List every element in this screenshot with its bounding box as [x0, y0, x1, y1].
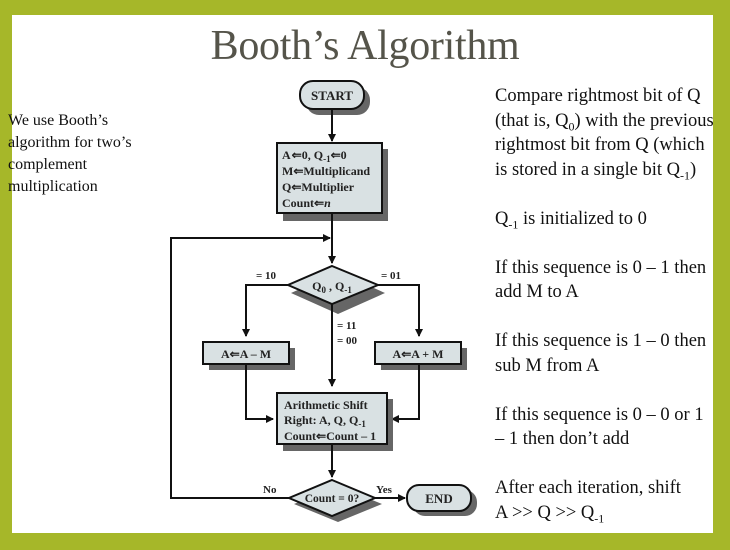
explanation-sub: If this sequence is 1 – 0 then sub M fro… — [495, 331, 707, 376]
end-label: END — [425, 491, 452, 506]
branch-label-11: = 11 — [337, 320, 356, 332]
init-line-2: M⇐Multiplicand — [282, 164, 370, 178]
explanation-shift: After each iteration, shift A >> Q >> Q-1 — [495, 478, 681, 526]
subtract-box: A⇐A – M — [202, 341, 295, 370]
no-label: No — [263, 484, 277, 496]
shift-line-3: Count⇐Count – 1 — [284, 429, 376, 443]
branch-label-00: = 00 — [337, 335, 358, 347]
explanation-add: If this sequence is 0 – 1 then add M to … — [495, 257, 707, 303]
init-line-4: Count⇐n — [282, 196, 331, 210]
yes-label: Yes — [376, 484, 393, 496]
subtract-label: A⇐A – M — [221, 347, 271, 361]
init-box: A⇐0, Q-1⇐0 M⇐Multiplicand Q⇐Multiplier C… — [276, 142, 388, 221]
init-line-3: Q⇐Multiplier — [282, 180, 355, 194]
branch-label-01: = 01 — [381, 270, 401, 282]
edge-add-shift — [391, 364, 420, 423]
edge-sub-shift — [245, 364, 274, 423]
decision2-label: Count = 0? — [305, 493, 360, 505]
shift-box: Arithmetic Shift Right: A, Q, Q-1 Count⇐… — [276, 392, 393, 451]
decision-count-zero: Count = 0? — [286, 478, 382, 522]
start-label: START — [311, 88, 353, 103]
explanation-noop: If this sequence is 0 – 0 or 1 – 1 then … — [495, 404, 704, 450]
shift-line-1: Arithmetic Shift — [284, 398, 368, 412]
shift-line-2: Right: A, Q, Q-1 — [284, 413, 366, 429]
init-line-1: A⇐0, Q-1⇐0 — [282, 148, 347, 164]
decision-q0-qm1: Q0 , Q-1 — [285, 264, 385, 314]
add-box: A⇐A + M — [374, 341, 467, 370]
edge-branch-10 — [242, 284, 288, 337]
end-node: END — [406, 484, 477, 516]
branch-label-10: = 10 — [256, 270, 277, 282]
add-label: A⇐A + M — [393, 347, 444, 361]
explanation-compare: Compare rightmost bit of Q (that is, Q0)… — [495, 86, 714, 183]
explanation-text: Compare rightmost bit of Q (that is, Q0)… — [495, 84, 715, 550]
explanation-init: Q-1 is initialized to 0 — [495, 208, 647, 232]
start-node: START — [299, 80, 370, 115]
